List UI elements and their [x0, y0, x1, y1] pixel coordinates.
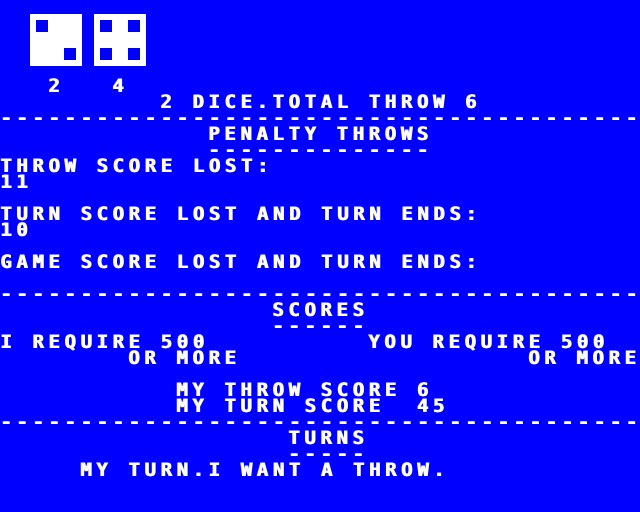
die-pip — [36, 20, 48, 32]
player-required-or-more: OR MORE — [528, 347, 640, 369]
die-pip — [100, 48, 112, 60]
turn-message: MY TURN.I WANT A THROW. — [80, 459, 449, 481]
scores-heading-underline: ------ — [272, 315, 369, 337]
die-pip — [128, 20, 140, 32]
turn-score-lost-label: TURN SCORE LOST AND TURN ENDS: — [0, 203, 482, 225]
turn-score-lost-value: 10 — [0, 219, 33, 241]
die-pip — [128, 48, 140, 60]
die-pip — [64, 48, 76, 60]
throw-score-lost-label: THROW SCORE LOST: — [0, 155, 273, 177]
die-1 — [30, 14, 82, 66]
die-1-value: 2 — [48, 75, 65, 97]
game-score-lost-label: GAME SCORE LOST AND TURN ENDS: — [0, 251, 482, 273]
game-screen: 2 4 2 DICE.TOTAL THROW 6 ---------------… — [0, 0, 640, 512]
die-pip — [100, 20, 112, 32]
throw-score-lost-value: 11 — [0, 171, 33, 193]
die-2 — [94, 14, 146, 66]
die-2-value: 4 — [112, 75, 129, 97]
cpu-required-or-more: OR MORE — [128, 347, 241, 369]
